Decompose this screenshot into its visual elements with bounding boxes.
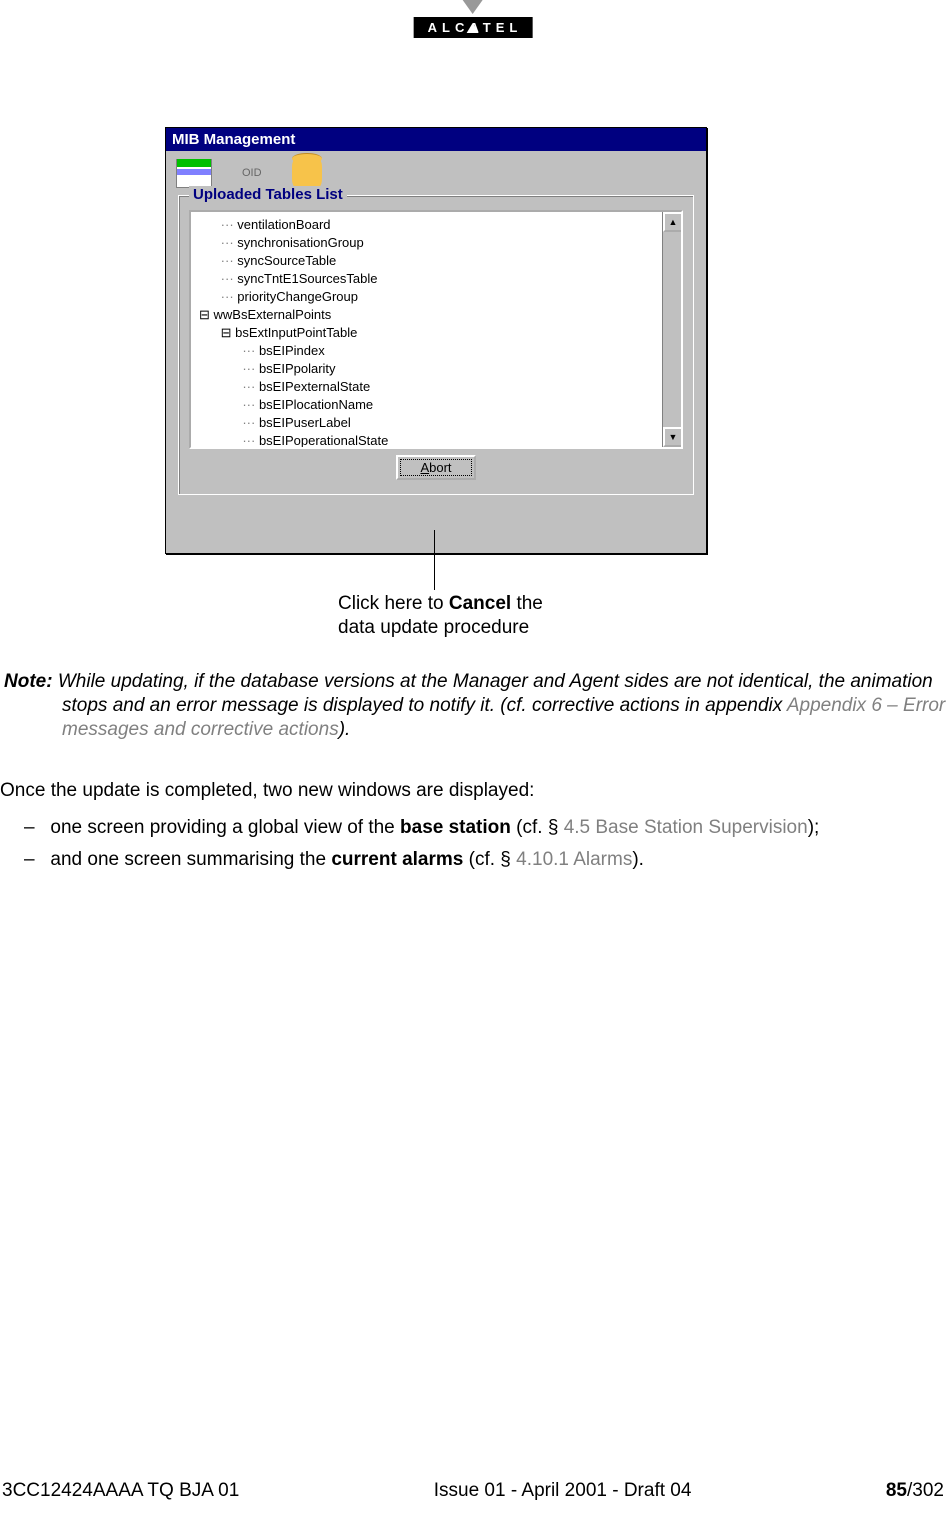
brand-name: ALCATEL — [414, 17, 533, 38]
mib-window: MIB Management OID Uploaded Tables List … — [165, 127, 707, 554]
callout-text: Click here to Cancel the data update pro… — [338, 592, 543, 640]
callout-leader-line — [434, 530, 435, 590]
doc-number: 3CC12424AAAA TQ BJA 01 — [2, 1480, 239, 1502]
scroll-up-button[interactable]: ▲ — [663, 212, 683, 232]
tree-item[interactable]: ··· bsEIPexternalState — [199, 378, 677, 396]
tree-item[interactable]: ··· ventilationBoard — [199, 216, 677, 234]
note-paragraph: Note: While updating, if the database ve… — [0, 670, 946, 742]
tree-item[interactable]: ⊟ bsExtInputPointTable — [199, 324, 677, 342]
list-item: one screen providing a global view of th… — [24, 812, 819, 844]
window-status-area — [166, 505, 706, 553]
doc-issue: Issue 01 - April 2001 - Draft 04 — [434, 1480, 692, 1502]
tree-item[interactable]: ··· bsEIPuserLabel — [199, 414, 677, 432]
uploaded-tables-group: Uploaded Tables List ··· ventilationBoar… — [178, 195, 694, 495]
bullet-list: one screen providing a global view of th… — [24, 812, 819, 876]
window-title: MIB Management — [166, 128, 706, 151]
scroll-down-button[interactable]: ▼ — [663, 427, 683, 447]
logo-pointer-icon — [463, 0, 483, 14]
abort-button[interactable]: Abort — [396, 455, 475, 480]
list-item: and one screen summarising the current a… — [24, 844, 819, 876]
group-title: Uploaded Tables List — [189, 186, 347, 203]
tree-item[interactable]: ··· priorityChangeGroup — [199, 288, 677, 306]
tree-item[interactable]: ··· bsEIPpolarity — [199, 360, 677, 378]
tree-listbox[interactable]: ··· ventilationBoard ··· synchronisation… — [189, 210, 683, 449]
page-number: 85/302 — [886, 1480, 944, 1502]
oid-label: OID — [242, 167, 262, 179]
scrollbar[interactable]: ▲ ▼ — [662, 212, 681, 447]
paragraph: Once the update is completed, two new wi… — [0, 780, 534, 802]
table-icon — [176, 159, 212, 188]
tree-item[interactable]: ··· bsEIPoperationalState — [199, 432, 677, 449]
logo-triangle-icon — [467, 23, 479, 33]
brand-logo: ALCATEL — [414, 0, 533, 38]
database-icon — [292, 157, 322, 189]
tree-item[interactable]: ··· syncTntE1SourcesTable — [199, 270, 677, 288]
tree-item[interactable]: ⊟ wwBsExternalPoints — [199, 306, 677, 324]
tree-item[interactable]: ··· synchronisationGroup — [199, 234, 677, 252]
tree-item[interactable]: ··· bsEIPlocationName — [199, 396, 677, 414]
tree-item[interactable]: ··· bsEIPindex — [199, 342, 677, 360]
page-footer: 3CC12424AAAA TQ BJA 01 Issue 01 - April … — [0, 1480, 946, 1502]
tree-item[interactable]: ··· syncSourceTable — [199, 252, 677, 270]
